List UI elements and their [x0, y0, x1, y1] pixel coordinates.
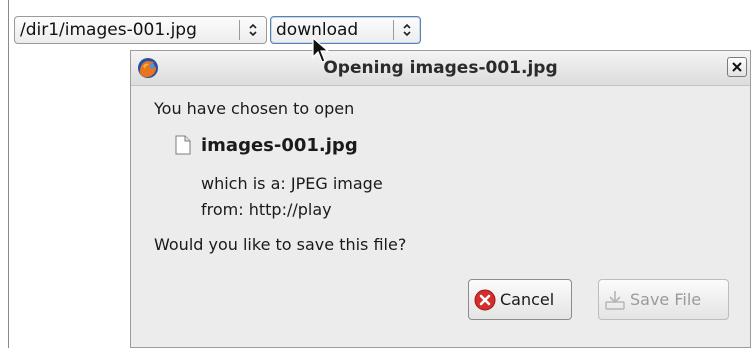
cancel-button-label: Cancel — [500, 290, 555, 309]
download-dialog: Opening images-001.jpg You have chosen t… — [130, 50, 751, 348]
file-icon — [175, 135, 191, 155]
cancel-icon — [473, 288, 497, 312]
save-icon — [603, 288, 627, 312]
updown-arrows-icon — [394, 23, 420, 37]
page-border — [8, 0, 9, 348]
save-file-button[interactable]: Save File — [598, 279, 729, 320]
file-type-label: which is a: — [201, 174, 286, 193]
close-icon[interactable] — [727, 57, 747, 77]
dialog-title: Opening images-001.jpg — [323, 58, 558, 78]
save-file-button-label: Save File — [630, 290, 702, 309]
file-type-row: which is a: JPEG image — [201, 174, 383, 193]
file-source-value: http://play — [248, 200, 332, 219]
save-question: Would you like to save this file? — [154, 235, 407, 254]
updown-arrows-icon — [240, 23, 266, 37]
path-select[interactable]: /dir1/images-001.jpg — [14, 16, 267, 44]
mode-select-value: download — [276, 20, 359, 40]
path-select-value: /dir1/images-001.jpg — [20, 20, 197, 40]
mouse-pointer-icon — [312, 36, 330, 65]
page: /dir1/images-001.jpg download Opening im… — [0, 0, 751, 348]
file-type-value: JPEG image — [290, 174, 383, 193]
file-source-label: from: — [201, 200, 244, 219]
intro-text: You have chosen to open — [154, 99, 355, 118]
file-source-row: from: http://play — [201, 200, 332, 219]
file-name: images-001.jpg — [201, 135, 358, 156]
cancel-button[interactable]: Cancel — [468, 279, 572, 320]
dialog-titlebar[interactable]: Opening images-001.jpg — [131, 51, 750, 86]
mode-select[interactable]: download — [270, 16, 421, 44]
